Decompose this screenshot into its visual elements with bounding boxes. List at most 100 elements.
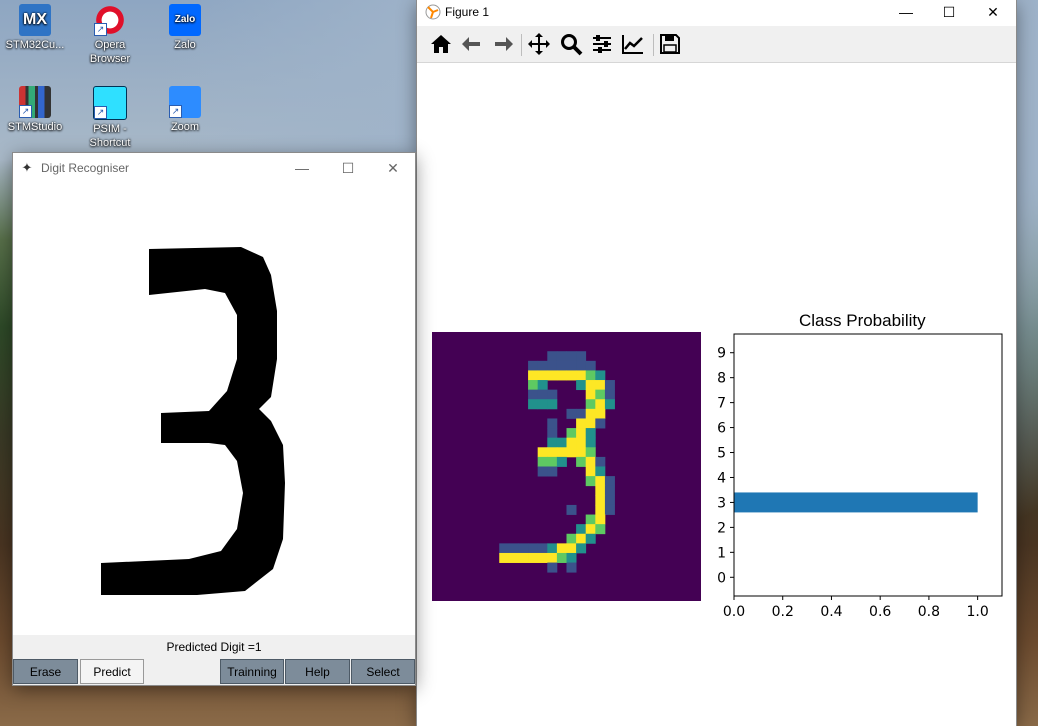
heatmap-cell (547, 351, 558, 362)
heatmap-cell (556, 360, 567, 371)
heatmap-cell (595, 408, 606, 419)
heatmap-cell (556, 456, 567, 467)
digit-recogniser-window: ✦ Digit Recogniser — ☐ ✕ Predicted Digit… (13, 153, 415, 685)
figure-titlebar[interactable]: Figure 1 — ☐ ✕ (417, 0, 1016, 24)
heatmap-cell (585, 370, 596, 381)
heatmap-cell (508, 552, 519, 563)
desktop-icon-stmstudio[interactable]: ↗ STMStudio (0, 86, 70, 134)
edit-axis-icon[interactable] (621, 32, 647, 58)
heatmap-cell (576, 533, 587, 544)
desktop-icon-zalo[interactable]: Zalo Zalo (150, 4, 220, 52)
digit-image-plot (432, 332, 701, 601)
heatmap-cell (528, 389, 539, 400)
heatmap-cell (585, 418, 596, 429)
back-icon[interactable] (460, 32, 486, 58)
heatmap-cell (528, 380, 539, 391)
heatmap-cell (566, 351, 577, 362)
heatmap-cell (566, 437, 577, 448)
desktop-icon-label: STM32Cu... (5, 39, 65, 51)
minimize-button[interactable]: — (279, 153, 325, 183)
close-button[interactable]: ✕ (370, 153, 416, 183)
maximize-button[interactable]: ☐ (926, 0, 972, 24)
heatmap-cell (576, 360, 587, 371)
heatmap-cell (537, 456, 548, 467)
y-tick-label: 9 (717, 346, 726, 362)
training-button[interactable]: Trainning (220, 659, 284, 684)
heatmap-cell (604, 504, 615, 515)
heatmap-cell (595, 514, 606, 525)
heatmap-cell (537, 380, 548, 391)
digit-titlebar[interactable]: ✦ Digit Recogniser — ☐ ✕ (13, 153, 415, 183)
configure-subplots-icon[interactable] (590, 32, 616, 58)
desktop-icon-label: Zalo (174, 39, 196, 51)
heatmap-cell (566, 447, 577, 458)
heatmap-cell (556, 370, 567, 381)
x-tick-label: 0.2 (772, 604, 794, 620)
heatmap-cell (508, 543, 519, 554)
heatmap-cell (537, 370, 548, 381)
button-row: Erase Predict Trainning Help Select (13, 657, 415, 685)
heatmap-cell (528, 399, 539, 410)
heatmap-cell (528, 360, 539, 371)
y-tick-label: 1 (717, 545, 726, 561)
heatmap-cell (547, 389, 558, 400)
opera-icon: ↗ (94, 4, 126, 36)
maximize-button[interactable]: ☐ (325, 153, 371, 183)
x-tick-label: 0.6 (869, 604, 891, 620)
heatmap-cell (585, 380, 596, 391)
forward-icon[interactable] (491, 32, 517, 58)
save-icon[interactable] (658, 32, 684, 58)
desktop-icon-opera[interactable]: ↗ Opera Browser (75, 4, 145, 66)
close-button[interactable]: ✕ (970, 0, 1016, 24)
home-icon[interactable] (429, 32, 455, 58)
select-button[interactable]: Select (351, 659, 415, 684)
pan-icon[interactable] (527, 32, 553, 58)
heatmap-cell (566, 504, 577, 515)
class-probability-chart: 0 1 2 3 4 5 6 7 8 9 0.0 0.2 0.4 0.6 0.8 1.0 (717, 333, 1003, 620)
heatmap-cell (585, 514, 596, 525)
bar-class-3 (734, 492, 978, 513)
y-tick-label: 5 (717, 446, 726, 462)
zoom-icon[interactable] (559, 32, 585, 58)
desktop-icon-label: PSIM - Shortcut (89, 123, 131, 149)
heatmap-cell (576, 456, 587, 467)
y-tick-label: 8 (717, 371, 726, 387)
heatmap-cell (566, 360, 577, 371)
heatmap-cell (528, 543, 539, 554)
drawing-canvas[interactable] (13, 183, 415, 635)
desktop-icon-label: Opera Browser (89, 39, 131, 65)
psim-icon: ↗ (93, 86, 127, 120)
heatmap-cell (595, 389, 606, 400)
stmstudio-icon: ↗ (19, 86, 51, 118)
figure-canvas[interactable]: Class Probability 0 1 2 3 4 5 6 7 8 9 0.0 0.2 0.4 0.6… (417, 63, 1016, 726)
heatmap-cell (566, 370, 577, 381)
heatmap-cell (604, 389, 615, 400)
window-title: Digit Recogniser (41, 161, 130, 175)
predict-button[interactable]: Predict (80, 659, 144, 684)
x-tick-label: 0.8 (918, 604, 940, 620)
heatmap-cell (547, 437, 558, 448)
heatmap-cell (547, 466, 558, 477)
heatmap-cell (576, 380, 587, 391)
heatmap-cell (556, 437, 567, 448)
x-tick-label: 0.0 (723, 604, 745, 620)
heatmap-cell (576, 524, 587, 535)
heatmap-cell (499, 543, 510, 554)
desktop-icon-zoom[interactable]: ↗ Zoom (150, 86, 220, 134)
heatmap-cell (576, 351, 587, 362)
heatmap-cell (547, 552, 558, 563)
y-tick-label: 2 (717, 520, 726, 536)
heatmap-cell (576, 408, 587, 419)
help-button[interactable]: Help (285, 659, 350, 684)
heatmap-cell (585, 466, 596, 477)
drawn-digit-three (101, 247, 285, 595)
erase-button[interactable]: Erase (13, 659, 78, 684)
window-title: Figure 1 (445, 5, 490, 19)
heatmap-cell (537, 543, 548, 554)
heatmap-cell (499, 552, 510, 563)
desktop-icon-stm32cube[interactable]: MX STM32Cu... (0, 4, 70, 52)
desktop-icon-label: Zoom (170, 121, 200, 133)
minimize-button[interactable]: — (883, 0, 929, 24)
desktop-icon-psim[interactable]: ↗ PSIM - Shortcut (75, 86, 145, 150)
heatmap-cell (528, 370, 539, 381)
